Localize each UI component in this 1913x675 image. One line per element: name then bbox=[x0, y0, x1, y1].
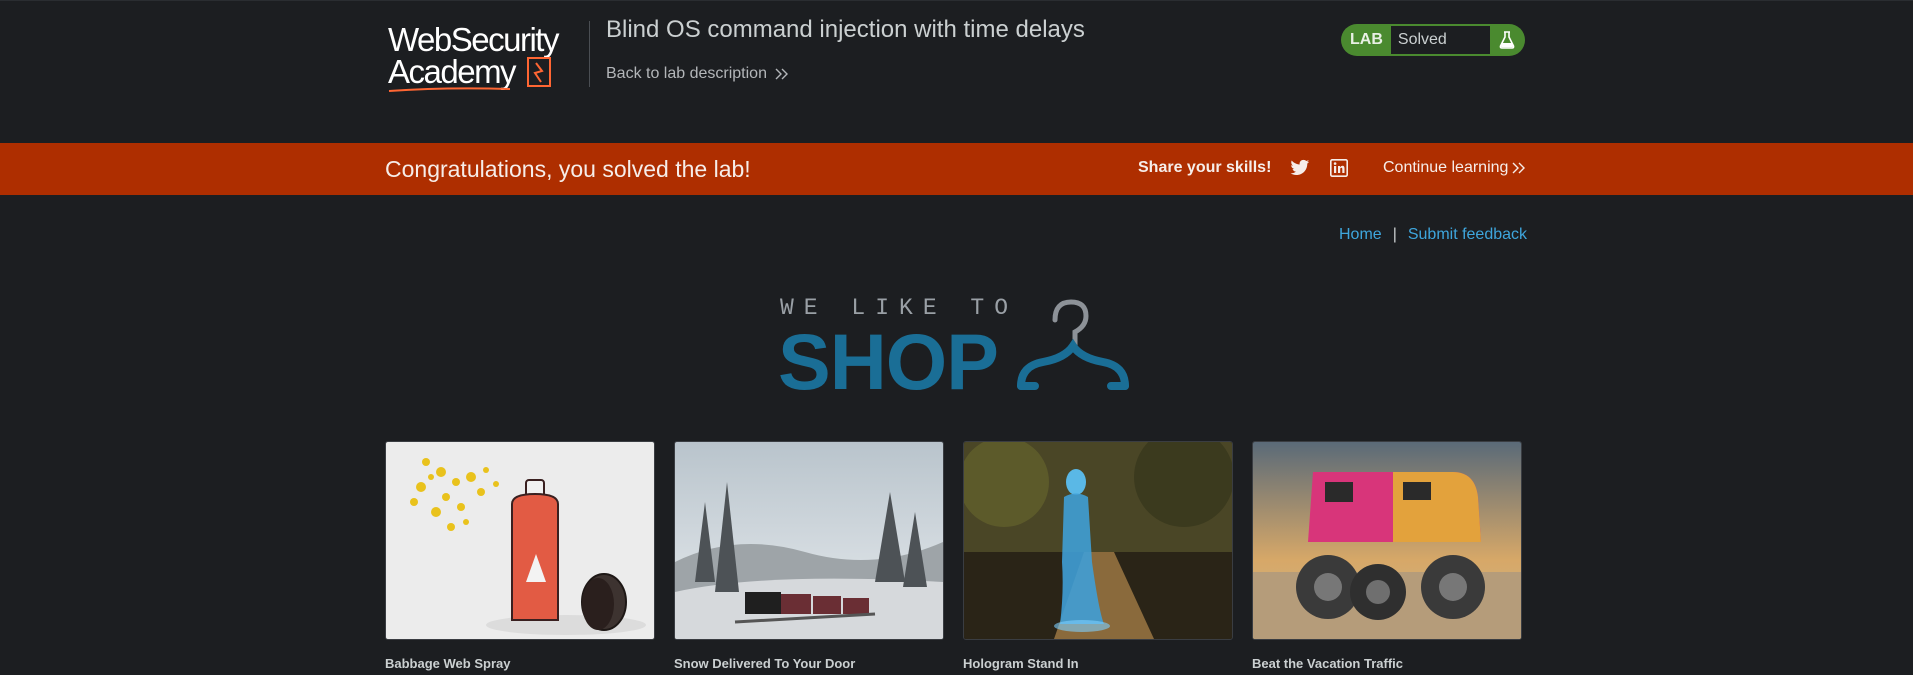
product-card[interactable]: Hologram Stand In bbox=[963, 441, 1233, 671]
top-nav-links: Home | Submit feedback bbox=[1339, 226, 1527, 244]
web-security-academy-logo[interactable]: WebSecurity Academy bbox=[386, 21, 586, 95]
lab-tag: LAB bbox=[1341, 24, 1391, 56]
product-name: Snow Delivered To Your Door bbox=[674, 656, 856, 671]
share-skills-label: Share your skills! bbox=[1138, 159, 1272, 176]
header: WebSecurity Academy Blind OS command inj… bbox=[0, 0, 1913, 143]
we-like-to-shop-logo: WE LIKE TO SHOP bbox=[778, 294, 1134, 406]
double-chevron-right-icon bbox=[775, 68, 788, 80]
product-name: Babbage Web Spray bbox=[385, 656, 511, 671]
congratulations-message: Congratulations, you solved the lab! bbox=[385, 156, 751, 182]
product-image-hologram[interactable] bbox=[963, 441, 1233, 640]
back-to-lab-description-link[interactable]: Back to lab description bbox=[606, 65, 789, 83]
product-image-train[interactable] bbox=[674, 441, 944, 640]
continue-learning-link[interactable]: Continue learning bbox=[1383, 159, 1526, 177]
product-grid: Babbage Web Spray Snow Delivered To Your… bbox=[385, 441, 1525, 675]
shop-logo-word: SHOP bbox=[778, 317, 999, 406]
product-name: Hologram Stand In bbox=[963, 656, 1079, 671]
submit-feedback-link[interactable]: Submit feedback bbox=[1408, 226, 1527, 244]
lab-title: Blind OS command injection with time del… bbox=[606, 16, 1085, 43]
continue-learning-label: Continue learning bbox=[1383, 159, 1509, 176]
home-link[interactable]: Home bbox=[1339, 226, 1382, 244]
flask-icon bbox=[1489, 24, 1525, 56]
product-image-spray[interactable] bbox=[385, 441, 655, 640]
product-image-monster-van[interactable] bbox=[1252, 441, 1522, 640]
hanger-icon bbox=[1017, 299, 1129, 390]
solved-banner: Congratulations, you solved the lab! Sha… bbox=[0, 143, 1913, 195]
product-name: Beat the Vacation Traffic bbox=[1252, 656, 1403, 671]
nav-separator: | bbox=[1392, 226, 1397, 243]
twitter-icon[interactable] bbox=[1290, 159, 1310, 177]
logo-text-line1: Academy bbox=[388, 53, 517, 90]
product-card[interactable]: Babbage Web Spray bbox=[385, 441, 655, 671]
lab-status-widget: LAB Solved bbox=[1341, 24, 1525, 56]
linkedin-icon[interactable] bbox=[1330, 159, 1348, 177]
lab-status-text: Solved bbox=[1390, 24, 1490, 56]
double-chevron-right-icon bbox=[1512, 162, 1526, 174]
product-card[interactable]: Snow Delivered To Your Door bbox=[674, 441, 944, 671]
back-link-label: Back to lab description bbox=[606, 65, 767, 82]
product-card[interactable]: Beat the Vacation Traffic bbox=[1252, 441, 1522, 671]
title-divider bbox=[589, 21, 590, 87]
